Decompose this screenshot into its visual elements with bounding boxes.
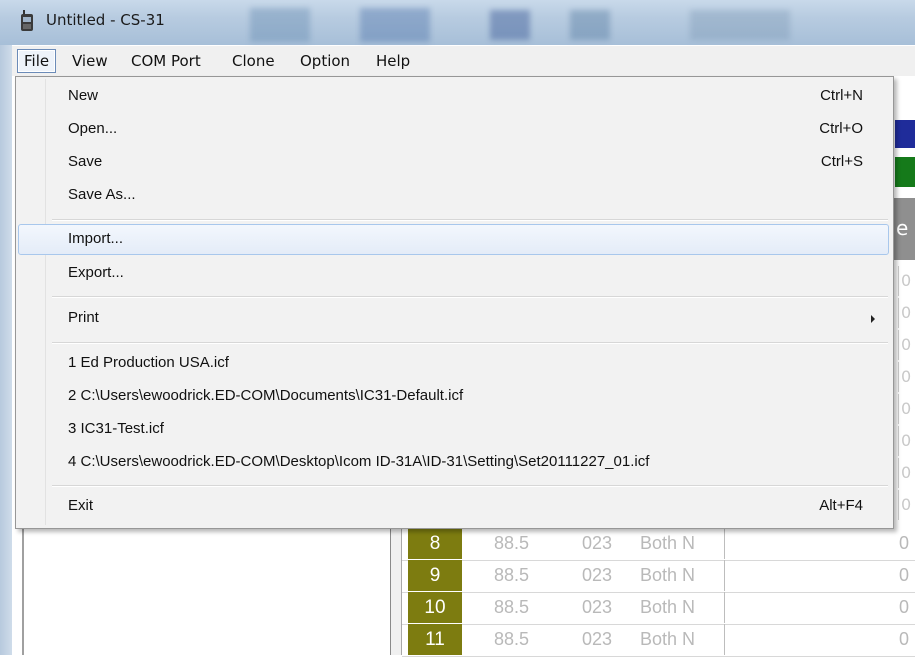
menu-com-port[interactable]: COM Port: [125, 50, 207, 72]
file-menu-dropdown: New Ctrl+N Open... Ctrl+O Save Ctrl+S Sa…: [15, 76, 894, 529]
grid-edge-cell[interactable]: 0: [898, 266, 915, 296]
grid-edge-cell[interactable]: 0: [898, 490, 915, 520]
dtcs-cell[interactable]: 023: [582, 533, 612, 554]
column-divider: [724, 560, 725, 591]
menu-view[interactable]: View: [66, 50, 114, 72]
table-row[interactable]: 10 88.5 023 Both N 0: [402, 592, 915, 625]
menu-item-exit[interactable]: Exit Alt+F4: [18, 491, 889, 522]
menu-item-recent-3[interactable]: 3 IC31-Test.icf: [18, 414, 889, 445]
menu-item-label: Print: [68, 309, 99, 326]
menu-item-label: Import...: [68, 230, 124, 247]
dtcs-cell[interactable]: 023: [582, 629, 612, 650]
menu-item-open[interactable]: Open... Ctrl+O: [18, 114, 889, 145]
menu-item-export[interactable]: Export...: [18, 258, 889, 289]
menu-item-highlight: [18, 224, 889, 255]
menu-item-save-as[interactable]: Save As...: [18, 180, 889, 211]
grid-edge-cell[interactable]: 0: [898, 394, 915, 424]
tone-cell[interactable]: 88.5: [494, 597, 529, 618]
polarity-cell[interactable]: Both N: [640, 565, 695, 586]
dtcs-cell[interactable]: 023: [582, 565, 612, 586]
menu-help[interactable]: Help: [370, 50, 416, 72]
menu-item-new[interactable]: New Ctrl+N: [18, 81, 889, 112]
menu-item-save[interactable]: Save Ctrl+S: [18, 147, 889, 178]
background-blur: [490, 10, 530, 40]
menu-item-shortcut: Ctrl+N: [820, 87, 863, 104]
menu-file[interactable]: File: [17, 49, 57, 73]
blue-band: [895, 120, 915, 148]
menu-item-label: Open...: [68, 120, 118, 137]
grid-header-cell: e: [893, 198, 915, 260]
menu-item-label: Save As...: [68, 186, 136, 203]
background-blur: [690, 10, 790, 40]
menu-item-label: Exit: [68, 497, 94, 514]
polarity-cell[interactable]: Both N: [640, 533, 695, 554]
menu-separator: [52, 219, 888, 221]
row-number[interactable]: 11: [408, 624, 462, 655]
value-cell[interactable]: 0: [899, 565, 909, 586]
value-cell[interactable]: 0: [899, 629, 909, 650]
grid-edge-cell[interactable]: 0: [898, 458, 915, 488]
menu-option[interactable]: Option: [294, 50, 356, 72]
table-row[interactable]: 8 88.5 023 Both N 0: [402, 528, 915, 561]
tone-cell[interactable]: 88.5: [494, 533, 529, 554]
background-blur: [250, 8, 310, 42]
background-blur: [360, 8, 430, 42]
row-number[interactable]: 10: [408, 592, 462, 623]
window-title: Untitled - CS-31: [46, 11, 165, 29]
menu-item-recent-4[interactable]: 4 C:\Users\ewoodrick.ED-COM\Desktop\Icom…: [18, 447, 889, 478]
submenu-arrow-icon: [871, 315, 875, 323]
menu-item-label: 3 IC31-Test.icf: [68, 420, 164, 437]
polarity-cell[interactable]: Both N: [640, 629, 695, 650]
menu-bar: File View COM Port Clone Option Help: [12, 46, 915, 77]
window-frame-left: [0, 45, 12, 655]
menu-separator: [52, 296, 888, 298]
column-divider: [724, 528, 725, 559]
menu-item-import[interactable]: Import...: [18, 224, 889, 255]
row-number[interactable]: 8: [408, 528, 462, 559]
title-bar: Untitled - CS-31: [0, 0, 915, 45]
background-blur: [570, 10, 610, 40]
menu-item-recent-1[interactable]: 1 Ed Production USA.icf: [18, 348, 889, 379]
tone-cell[interactable]: 88.5: [494, 629, 529, 650]
menu-item-label: 4 C:\Users\ewoodrick.ED-COM\Desktop\Icom…: [68, 453, 650, 470]
table-row[interactable]: 11 88.5 023 Both N 0: [402, 624, 915, 657]
menu-item-label: Save: [68, 153, 103, 170]
tone-cell[interactable]: 88.5: [494, 565, 529, 586]
menu-item-shortcut: Ctrl+O: [819, 120, 863, 137]
polarity-cell[interactable]: Both N: [640, 597, 695, 618]
menu-separator: [52, 485, 888, 487]
grid-edge-cell[interactable]: 0: [898, 298, 915, 328]
grid-edge-cell[interactable]: 0: [898, 330, 915, 360]
menu-item-label: Export...: [68, 264, 124, 281]
menu-item-label: 1 Ed Production USA.icf: [68, 354, 229, 371]
column-divider: [724, 592, 725, 623]
value-cell[interactable]: 0: [899, 533, 909, 554]
menu-item-print[interactable]: Print: [18, 303, 889, 334]
column-divider: [724, 624, 725, 655]
menu-separator: [52, 342, 888, 344]
dtcs-cell[interactable]: 023: [582, 597, 612, 618]
value-cell[interactable]: 0: [899, 597, 909, 618]
grid-header-text: e: [896, 216, 909, 240]
grid-edge-cell[interactable]: 0: [898, 362, 915, 392]
menu-item-recent-2[interactable]: 2 C:\Users\ewoodrick.ED-COM\Documents\IC…: [18, 381, 889, 412]
table-row[interactable]: 9 88.5 023 Both N 0: [402, 560, 915, 593]
row-number[interactable]: 9: [408, 560, 462, 591]
menu-item-shortcut: Ctrl+S: [820, 153, 863, 170]
menu-item-label: 2 C:\Users\ewoodrick.ED-COM\Documents\IC…: [68, 387, 464, 404]
menu-item-label: New: [68, 87, 99, 104]
radio-app-icon[interactable]: [20, 10, 34, 32]
grid-edge-cell[interactable]: 0: [898, 426, 915, 456]
green-band: [895, 157, 915, 187]
menu-item-shortcut: Alt+F4: [819, 497, 863, 514]
menu-clone[interactable]: Clone: [226, 50, 281, 72]
